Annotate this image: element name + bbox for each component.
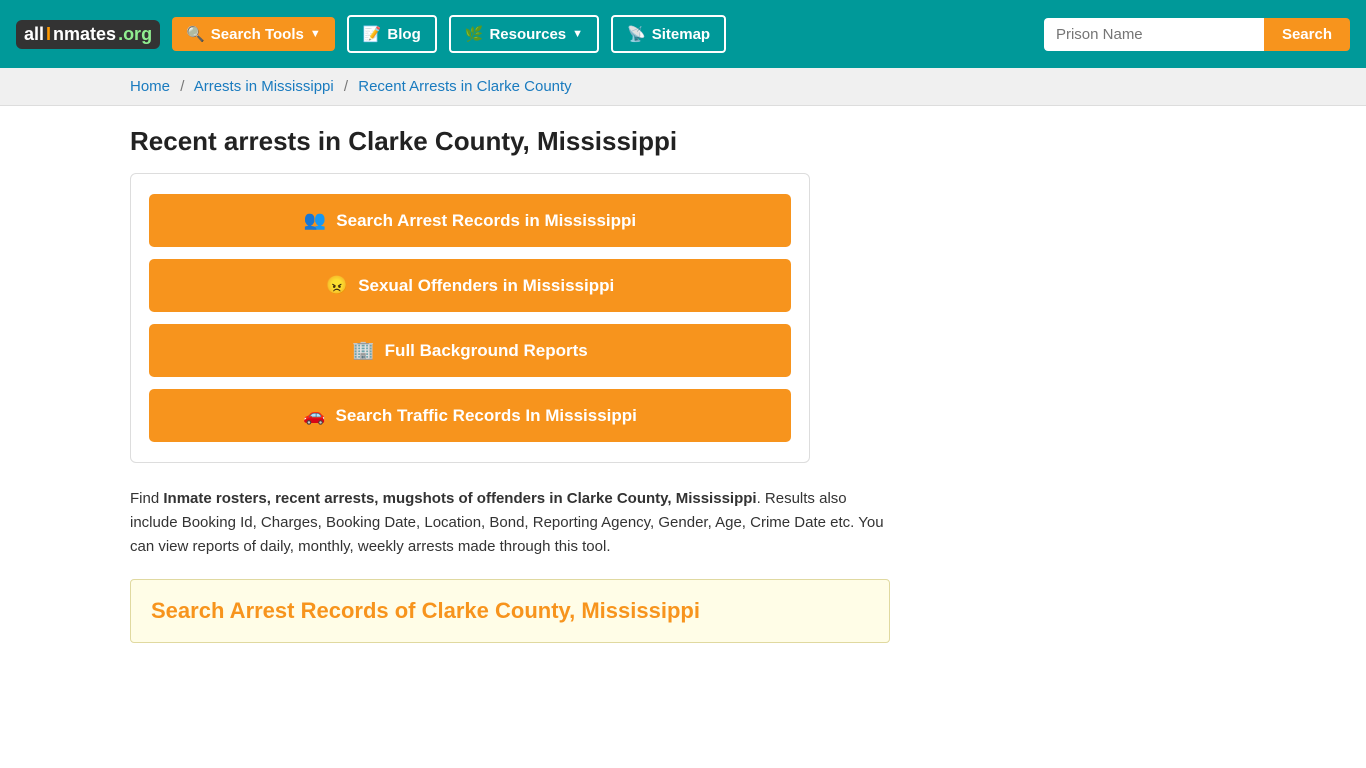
breadcrumb-wrap: Home / Arrests in Mississippi / Recent A… [0,68,1366,106]
resources-button[interactable]: Resources ▼ [449,15,599,53]
description-text: Find Inmate rosters, recent arrests, mug… [130,487,890,559]
breadcrumb: Home / Arrests in Mississippi / Recent A… [130,78,1236,95]
chevron-down-icon-2: ▼ [572,28,583,40]
header-search-group: Search [1044,18,1350,51]
arrest-records-button[interactable]: Search Arrest Records in Mississippi [149,194,791,247]
description-intro: Find [130,490,163,507]
chevron-down-icon: ▼ [310,28,321,40]
search-nav-icon [186,25,205,43]
background-reports-button[interactable]: Full Background Reports [149,324,791,377]
arrest-records-label: Search Arrest Records in Mississippi [336,211,636,231]
main-content: Recent arrests in Clarke County, Mississ… [0,126,1366,643]
blog-button[interactable]: Blog [347,15,437,53]
search-records-title: Search Arrest Records of Clarke County, … [151,598,869,624]
logo[interactable]: all I nmates .org [16,20,160,49]
prison-name-input[interactable] [1044,18,1264,51]
traffic-records-label: Search Traffic Records In Mississippi [336,406,637,426]
breadcrumb-recent-arrests[interactable]: Recent Arrests in Clarke County [358,78,571,95]
people-icon [304,210,326,231]
header-search-button[interactable]: Search [1264,18,1350,51]
car-icon [303,405,325,426]
blog-label: Blog [387,26,420,43]
background-reports-label: Full Background Reports [385,341,588,361]
breadcrumb-sep-1: / [180,78,184,95]
logo-inmates-text: I [46,24,51,45]
header: all I nmates .org Search Tools ▼ Blog Re… [0,0,1366,68]
sitemap-label: Sitemap [652,26,710,43]
logo-org-text: .org [118,24,152,45]
sexual-offenders-label: Sexual Offenders in Mississippi [358,276,614,296]
breadcrumb-home[interactable]: Home [130,78,170,95]
resources-label: Resources [489,26,566,43]
breadcrumb-sep-2: / [344,78,348,95]
search-records-box: Search Arrest Records of Clarke County, … [130,579,890,643]
search-tools-button[interactable]: Search Tools ▼ [172,17,335,51]
sitemap-button[interactable]: Sitemap [611,15,726,53]
resources-icon [465,25,484,43]
page-title: Recent arrests in Clarke County, Mississ… [130,126,1236,157]
breadcrumb-arrests-mississippi[interactable]: Arrests in Mississippi [194,78,334,95]
blog-icon [363,25,382,43]
angry-icon [326,275,348,296]
action-buttons-card: Search Arrest Records in Mississippi Sex… [130,173,810,463]
building-icon [352,340,374,361]
sitemap-icon [627,25,646,43]
sexual-offenders-button[interactable]: Sexual Offenders in Mississippi [149,259,791,312]
traffic-records-button[interactable]: Search Traffic Records In Mississippi [149,389,791,442]
logo-nmates-text: nmates [53,24,116,45]
description-bold: Inmate rosters, recent arrests, mugshots… [163,490,756,507]
logo-all-text: all [24,24,44,45]
search-tools-label: Search Tools [211,26,304,43]
